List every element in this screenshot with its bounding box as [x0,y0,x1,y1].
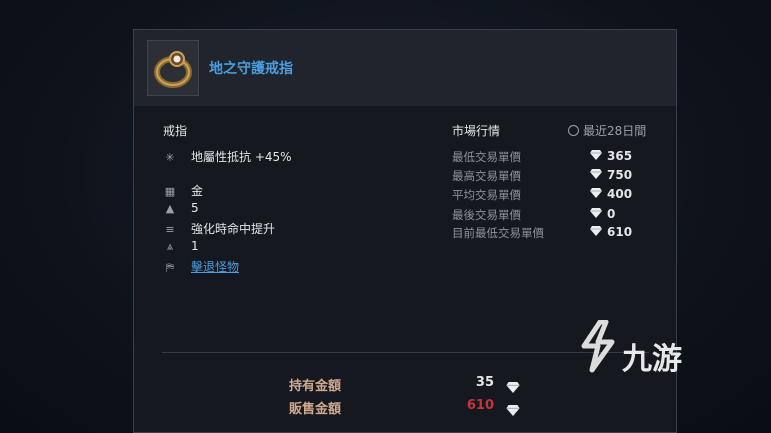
market-row-value: 365 [607,149,633,163]
market-row-label: 最後交易單價 [452,208,521,222]
market-period-text: 最近28日間 [583,124,647,138]
item-details: 戒指 ✳ 地屬性抵抗 +45% ▦ 金 ▲ 5 ≡ 強化時命中提升 ⩓ 1 ⛿ 擊退怪物 市… [134,106,676,432]
watermark-text: 九游 [622,342,682,377]
sparkle-icon: ✳ [165,151,175,164]
market-row: 最低交易單價 365 [452,149,652,165]
market-row: 目前最低交易單價 610 [452,225,652,241]
market-row-value: 750 [607,168,633,182]
diamond-icon [590,208,602,218]
market-row-label: 目前最低交易單價 [452,226,544,240]
market-row-value: 610 [607,225,633,239]
diamond-icon [506,401,520,420]
diamond-icon [590,150,602,160]
stat-row-level: ▲ 5 [163,201,199,215]
stat-row-enhance: ≡ 強化時命中提升 [163,220,275,237]
tier-icon: ⩓ [166,240,174,253]
sell-amount-value: 610 [466,398,494,413]
clock-icon [568,125,579,136]
market-row: 最高交易單價 750 [452,168,652,184]
held-amount-label: 持有金額 [289,379,342,394]
market-row-label: 最高交易單價 [452,169,521,183]
level-icon: ▲ [165,202,175,215]
stat-row-grade: ▦ 金 [163,182,203,199]
stat-text: 地屬性抵抗 +45% [191,150,292,164]
stat-text: 強化時命中提升 [191,222,276,236]
source-link[interactable]: 擊退怪物 [191,260,239,274]
ring-icon [147,40,199,96]
market-row-label: 最低交易單價 [452,150,521,164]
diamond-icon [506,378,520,397]
diamond-icon [590,169,602,179]
market-row-value: 400 [607,187,633,201]
stat-row-tier: ⩓ 1 [163,239,199,254]
grade-icon: ▦ [164,185,176,198]
stat-text: 金 [191,184,204,198]
divider [162,352,649,353]
sell-amount-label: 販售金額 [289,402,342,417]
item-category: 戒指 [163,124,188,138]
market-row-value: 0 [607,207,616,221]
market-period: 最近28日間 [568,122,646,139]
market-row-label: 平均交易單價 [452,188,521,202]
stat-row-resistance: ✳ 地屬性抵抗 +45% [163,148,292,165]
diamond-icon [590,226,602,236]
held-amount-value: 35 [475,375,494,390]
stat-text: 1 [191,239,199,253]
map-icon: ⛿ [166,261,174,274]
item-name: 地之守護戒指 [209,61,293,77]
market-row: 平均交易單價 400 [452,187,652,203]
market-row: 最後交易單價 0 [452,207,652,223]
diamond-icon [590,188,602,198]
stat-text: 5 [191,201,199,215]
item-header: 地之守護戒指 [134,30,676,106]
list-icon: ≡ [165,223,175,236]
stat-row-source: ⛿ 擊退怪物 [163,258,239,275]
market-title: 市場行情 [452,124,501,138]
